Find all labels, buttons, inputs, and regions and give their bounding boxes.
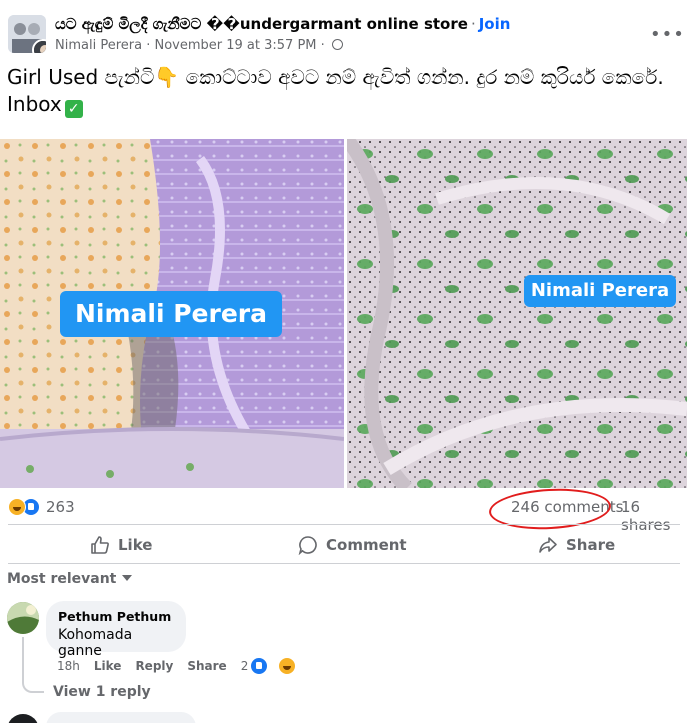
- next-comment-bubble: [46, 712, 196, 723]
- more-dots-icon[interactable]: •••: [650, 24, 685, 45]
- like-button[interactable]: Like: [90, 533, 152, 557]
- share-label: Share: [566, 536, 616, 554]
- meta-separator-2: ·: [320, 38, 325, 53]
- group-name[interactable]: යට ඇඳුම් මිලදී ගැනීමට ��undergarmant onl…: [55, 15, 468, 33]
- caption-text: Girl Used පැන්ටි👇 කොට්ටාව අවට නම් ඇවිත් …: [7, 65, 664, 116]
- comment-text: Kohomada ganne: [58, 627, 133, 659]
- comment-bubble-icon: [298, 536, 317, 555]
- commenter-avatar[interactable]: [7, 602, 39, 634]
- thread-connector: [22, 637, 44, 693]
- group-title-line: යට ඇඳුම් මිලදී ගැනීමට ��undergarmant onl…: [55, 15, 510, 33]
- shares-count-link[interactable]: 16 shares: [621, 498, 687, 534]
- comment-like-button[interactable]: Like: [94, 659, 122, 673]
- join-button[interactable]: Join: [479, 15, 511, 33]
- like-label: Like: [118, 536, 153, 554]
- group-avatar[interactable]: [8, 15, 46, 53]
- comment-sort-dropdown[interactable]: Most relevant: [7, 571, 133, 587]
- facebook-post: යට ඇඳුම් මිලදී ගැනීමට ��undergarmant onl…: [0, 0, 687, 723]
- caret-down-icon: [122, 575, 133, 581]
- comment-reactions[interactable]: 2: [241, 657, 311, 675]
- divider-bottom: [8, 563, 680, 564]
- haha-reaction-icon: [8, 498, 26, 516]
- photo-left[interactable]: Nimali Perera: [0, 139, 344, 488]
- share-button[interactable]: Share: [538, 533, 615, 557]
- view-replies-link[interactable]: View 1 reply: [53, 684, 151, 700]
- comment-button[interactable]: Comment: [298, 533, 407, 557]
- post-date[interactable]: November 19 at 3:57 PM: [155, 38, 317, 53]
- comment-label: Comment: [326, 536, 407, 554]
- globe-icon: [331, 39, 343, 50]
- sort-label: Most relevant: [7, 571, 117, 587]
- reactions-summary[interactable]: 263: [8, 497, 75, 517]
- post-photos: Nimali Perera Nimali Perera: [0, 139, 687, 488]
- reactions-count: 263: [46, 498, 75, 516]
- commenter-name[interactable]: Pethum Pethum: [58, 609, 174, 624]
- thumbs-up-icon: [91, 536, 109, 554]
- comment-bubble: Pethum Pethum Kohomada ganne: [46, 601, 186, 659]
- comment-meta: 18h Like Reply Share 2: [57, 657, 324, 675]
- author-name[interactable]: Nimali Perera: [55, 38, 142, 53]
- haha-reaction-icon: [278, 657, 297, 675]
- post-meta: Nimali Perera · November 19 at 3:57 PM ·: [55, 38, 343, 53]
- title-separator: ·: [470, 15, 476, 33]
- like-reaction-icon: [250, 657, 269, 675]
- share-arrow-icon: [539, 537, 557, 553]
- photo-watermark-left: Nimali Perera: [60, 291, 282, 337]
- post-header: යට ඇඳුම් මිලදී ගැනීමට ��undergarmant onl…: [0, 0, 687, 62]
- divider-top: [8, 524, 680, 525]
- post-caption: Girl Used පැන්ටි👇 කොට්ටාව අවට නම් ඇවිත් …: [7, 64, 677, 118]
- comment-reply-button[interactable]: Reply: [135, 659, 173, 673]
- check-mark-icon: ✓: [64, 100, 83, 118]
- meta-separator: ·: [146, 38, 151, 53]
- next-commenter-avatar[interactable]: [7, 714, 39, 723]
- photo-watermark-right: Nimali Perera: [524, 275, 676, 307]
- comment-reactions-count: 2: [240, 659, 249, 673]
- comment-time[interactable]: 18h: [57, 659, 80, 673]
- photo-right[interactable]: Nimali Perera: [347, 139, 687, 488]
- comment-share-button[interactable]: Share: [187, 659, 226, 673]
- red-highlight-circle: [488, 485, 612, 533]
